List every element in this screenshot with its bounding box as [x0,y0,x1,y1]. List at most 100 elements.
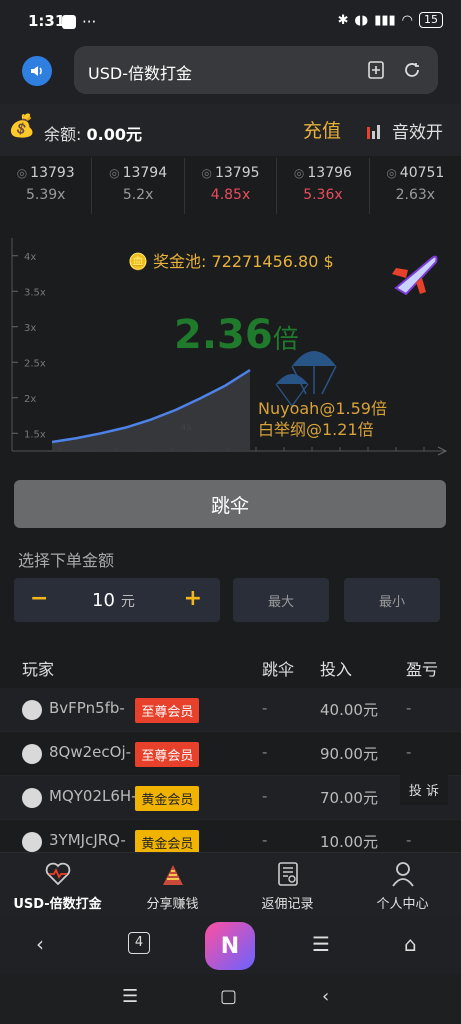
player-name: 3YMJcJRQ- [49,831,126,849]
increase-button[interactable]: + [184,586,202,611]
balance-label: 余额: 0.00元 [44,125,142,144]
avatar [22,700,42,720]
bookmark-add-icon[interactable] [366,60,386,80]
clock-icon: ◎ [201,166,212,180]
back-icon[interactable]: ‹ [36,932,44,956]
plane-icon [392,255,438,296]
column-pnl: 盈亏 [406,660,439,679]
browser-header: USD-倍数打金 [0,42,461,104]
y-tick-label: 3.5x [24,287,46,298]
balance-amount: 0.00元 [86,125,142,144]
table-row: BvFPn5fb- 至尊会员 - 40.00元 - [0,688,461,732]
prize-pool-value: 72271456.80 $ [211,252,334,271]
bar-chart-icon [367,124,380,139]
more-icon: ··· [82,13,97,31]
y-tick-label: 3x [24,323,36,334]
clock: 1:31 [28,12,66,30]
money-icon: 💰 [8,114,36,139]
history-item: ◎ 13796 5.36x [277,158,370,214]
balance-row: 💰 余额: 0.00元 充值 音效开 [0,104,461,156]
current-multiplier: 2.36倍 [174,312,299,358]
player-name: MQY02L6H- [49,787,137,805]
sound-toggle[interactable]: 音效开 [366,118,443,143]
min-bet-button[interactable]: 最小 [344,578,440,622]
clock-icon: ◎ [293,166,305,180]
pnl-value: - [406,831,412,849]
user-icon [391,862,414,887]
tab-commission[interactable]: 返佣记录 [230,859,345,912]
page-title: USD-倍数打金 [88,64,192,83]
player-name: 8Qw2ecOj- [49,743,132,761]
home-nav-icon[interactable]: ▢ [220,986,237,1007]
browser-home-logo[interactable]: N [205,922,255,970]
coins-icon: 🪙 [128,252,148,271]
bet-amount-input[interactable]: 10 元 [92,590,135,611]
decrease-button[interactable]: − [30,586,48,611]
pnl-value: - [406,699,412,717]
home-icon[interactable]: ⌂ [404,932,417,956]
column-player: 玩家 [22,660,55,679]
prize-pool: 🪙 奖金池: 72271456.80 $ [128,252,334,271]
round-id: 40751 [399,165,445,181]
heart-pulse-icon [45,862,70,886]
players-table-header: 玩家 跳伞 投入 盈亏 [0,648,461,684]
address-bar[interactable]: USD-倍数打金 [74,46,438,94]
back-nav-icon[interactable]: ‹ [322,986,329,1007]
avatar [22,832,42,852]
bluetooth-icon: ✱ [337,12,349,28]
round-multiplier: 2.63x [395,187,436,203]
refresh-icon[interactable] [402,60,422,80]
system-nav-bar: ☰ ▢ ‹ [0,974,461,1024]
play-store-icon [62,15,76,29]
clock-icon: ◎ [386,166,397,180]
parachuted-player: Nuyoah@1.59倍 [258,399,387,418]
round-id: 13796 [307,165,352,181]
player-name: BvFPn5fb- [49,699,125,717]
y-tick-label: 2.5x [24,358,46,369]
wifi-icon: ◠ [401,12,413,28]
parachuted-player: 白举纲@1.21倍 [258,420,374,439]
tab-profile[interactable]: 个人中心 [345,859,460,912]
battery-icon: 15 [419,12,443,28]
certificate-icon [277,862,298,886]
pnl-value: - [406,743,412,761]
recharge-button[interactable]: 充值 [303,116,341,143]
column-jump: 跳伞 [262,660,295,679]
avatar [22,744,42,764]
stake-value: 40.00元 [320,701,378,719]
y-tick-label: 1.5x [24,429,46,440]
jump-button[interactable]: 跳伞 [14,480,446,528]
signal-icon: ▮▮▮ [374,12,396,28]
recents-icon[interactable]: ☰ [122,986,138,1007]
complaint-button[interactable]: 投 诉 [400,773,448,805]
tab-home[interactable]: USD-倍数打金 [0,859,115,912]
menu-icon[interactable]: ☰ [312,932,330,956]
table-row: 8Qw2ecOj- 至尊会员 - 90.00元 - [0,732,461,776]
y-tick-label: 2x [24,394,36,405]
speaker-button[interactable] [22,56,52,86]
history-item: ◎ 13794 5.2x [92,158,185,214]
round-multiplier: 5.36x [303,187,343,203]
avatar [22,788,42,808]
vip-badge: 至尊会员 [135,742,200,767]
parachuted-players: Nuyoah@1.59倍 白举纲@1.21倍 [258,398,387,440]
headphones-icon: ◖◗ [354,12,369,28]
status-bar: 1:31 ··· ✱ ◖◗ ▮▮▮ ◠ 15 [0,0,461,42]
tabs-count-button[interactable]: 4 [128,932,150,954]
browser-toolbar: ‹ 4 N ☰ ⌂ [0,918,461,974]
round-history: ◎ 13793 5.39x ◎ 13794 5.2x ◎ 13795 4.85x ◎ 13796 5.… [0,158,461,214]
bet-amount-stepper: − 10 元 + [14,578,220,622]
stake-value: 10.00元 [320,833,378,851]
round-id: 13795 [214,165,260,181]
history-item: ◎ 13793 5.39x [0,158,93,214]
history-item: ◎ 40751 2.63x [370,158,461,214]
max-bet-button[interactable]: 最大 [233,578,329,622]
y-tick-label: 4x [24,252,36,263]
round-multiplier: 4.85x [210,187,251,203]
jump-value: - [262,831,268,849]
bottom-tab-bar: USD-倍数打金 分享赚钱 返佣记录 个人中心 [0,852,461,918]
tab-share[interactable]: 分享赚钱 [115,859,230,912]
money-pile-icon [162,865,183,885]
vip-badge: 至尊会员 [135,698,200,723]
clock-icon: ◎ [16,166,28,180]
